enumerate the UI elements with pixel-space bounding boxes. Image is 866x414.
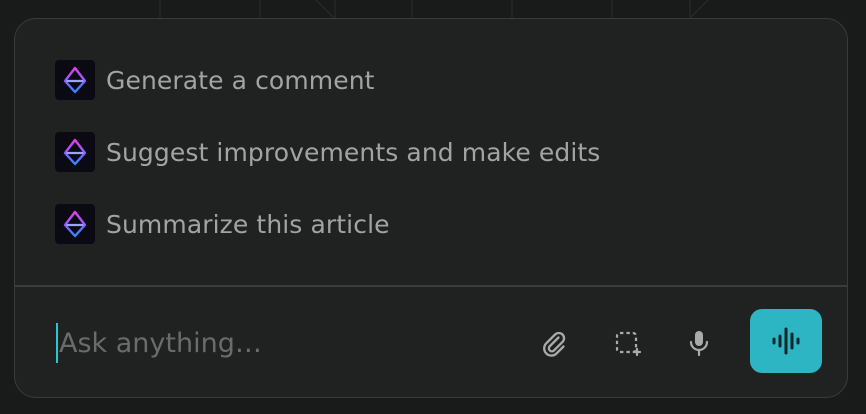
- suggestion-improve-edits[interactable]: Suggest improvements and make edits: [55, 132, 600, 172]
- perplexity-logo-icon: [55, 132, 95, 172]
- paperclip-icon: [543, 331, 566, 357]
- screenshot-select-icon: [615, 331, 642, 357]
- microphone-icon: [689, 331, 709, 357]
- microphone-button[interactable]: [681, 325, 717, 361]
- input-bar: [15, 287, 847, 397]
- suggestion-label: Suggest improvements and make edits: [106, 137, 601, 167]
- text-caret: [56, 323, 58, 363]
- suggestion-label: Generate a comment: [106, 65, 375, 95]
- suggestion-list: Generate a comment Suggest improvements …: [15, 19, 847, 285]
- perplexity-logo-icon: [55, 60, 95, 100]
- ask-panel: Generate a comment Suggest improvements …: [14, 18, 848, 398]
- perplexity-logo-icon: [55, 204, 95, 244]
- ask-input[interactable]: [55, 323, 499, 363]
- suggestion-summarize-article[interactable]: Summarize this article: [55, 204, 390, 244]
- attach-button[interactable]: [536, 325, 572, 361]
- screenshot-button[interactable]: [609, 325, 645, 361]
- voice-mode-icon: [772, 327, 800, 355]
- suggestion-label: Summarize this article: [106, 209, 390, 239]
- voice-mode-button[interactable]: [750, 309, 822, 373]
- suggestion-generate-comment[interactable]: Generate a comment: [55, 60, 375, 100]
